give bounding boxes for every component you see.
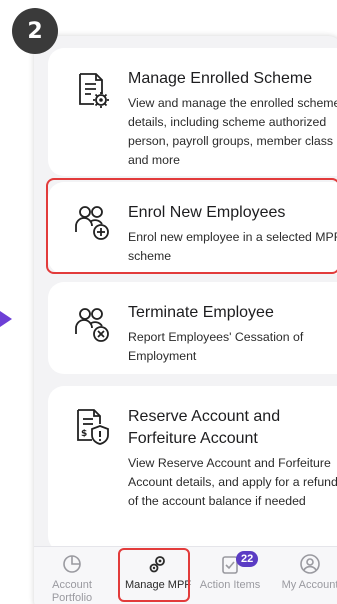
card-title: Terminate Employee — [128, 304, 274, 321]
nav-my-account[interactable]: My Account — [272, 553, 337, 592]
action-items-count-badge: 22 — [236, 551, 259, 567]
nav-label: Account Portfolio — [51, 579, 93, 604]
card-description: Enrol new employee in a selected MPF sch… — [128, 230, 337, 263]
enrol-new-employees-card[interactable]: Enrol New Employees Enrol new employee i… — [48, 182, 337, 274]
document-gear-icon — [79, 73, 109, 108]
pie-chart-icon — [63, 555, 81, 573]
card-title: Manage Enrolled Scheme — [128, 70, 313, 87]
card-description: Report Employees' Cessation of Employmen… — [128, 330, 304, 363]
card-description: View Reserve Account and Forfeiture Acco… — [128, 456, 337, 508]
users-add-icon — [75, 206, 109, 240]
users-remove-icon — [75, 308, 109, 342]
nav-label: Manage MPF — [124, 579, 192, 591]
gears-icon — [149, 556, 165, 573]
nav-label: Action Items — [199, 579, 261, 591]
card-title: Enrol New Employees — [128, 204, 286, 221]
nav-account-portfolio[interactable]: Account Portfolio — [34, 553, 110, 604]
nav-action-items[interactable]: 22 Action Items — [192, 551, 268, 592]
terminate-employee-card[interactable]: Terminate Employee Report Employees' Ces… — [48, 282, 337, 374]
manage-enrolled-scheme-card[interactable]: Manage Enrolled Scheme View and manage t… — [48, 48, 337, 176]
step-number-badge: 2 — [12, 8, 58, 54]
document-shield-dollar-icon: $ — [77, 409, 109, 445]
reserve-forfeiture-account-card[interactable]: $ Reserve Account and Forfeiture Account… — [48, 386, 337, 552]
nav-label: My Account — [281, 579, 337, 591]
nav-manage-mpf[interactable]: Manage MPF — [120, 553, 196, 592]
pointer-arrow — [0, 311, 12, 327]
card-title: Reserve Account and Forfeiture Account — [128, 408, 281, 447]
card-description: View and manage the enrolled scheme's de… — [128, 96, 337, 167]
svg-text:$: $ — [81, 429, 87, 439]
phone-screen: Manage Enrolled Scheme View and manage t… — [34, 36, 337, 604]
user-circle-icon — [300, 554, 320, 574]
bottom-navigation: Account Portfolio Manage MPF 22 Action I… — [34, 546, 337, 604]
